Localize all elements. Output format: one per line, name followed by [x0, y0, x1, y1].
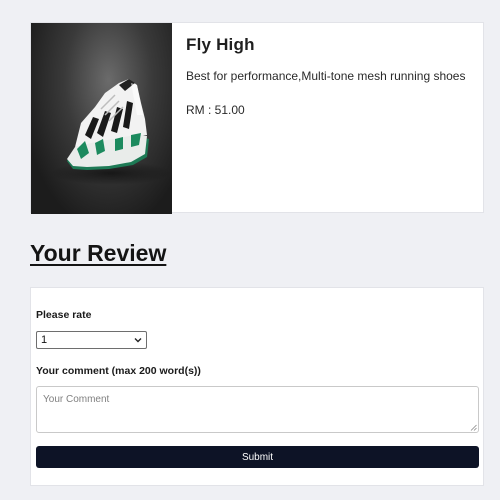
- product-description: Best for performance,Multi-tone mesh run…: [186, 69, 466, 83]
- product-image: [31, 23, 172, 214]
- rate-label: Please rate: [36, 309, 92, 321]
- review-form: Please rate 1 Your comment (max 200 word…: [30, 287, 484, 486]
- product-title: Fly High: [186, 35, 255, 54]
- chevron-down-icon: [134, 338, 142, 343]
- comment-label: Your comment (max 200 word(s)): [36, 365, 201, 377]
- rating-select[interactable]: 1: [36, 331, 147, 349]
- resize-handle-icon[interactable]: [470, 424, 477, 431]
- rating-select-value: 1: [41, 334, 48, 346]
- submit-button[interactable]: Submit: [36, 446, 479, 468]
- product-price: RM : 51.00: [186, 103, 245, 117]
- sneaker-photo-icon: [51, 79, 171, 185]
- comment-textarea[interactable]: Your Comment: [36, 386, 479, 433]
- product-info: Fly High Best for performance,Multi-tone…: [186, 35, 473, 117]
- review-heading: Your Review: [30, 240, 167, 266]
- product-card: Fly High Best for performance,Multi-tone…: [30, 22, 484, 214]
- comment-placeholder: Your Comment: [43, 394, 110, 405]
